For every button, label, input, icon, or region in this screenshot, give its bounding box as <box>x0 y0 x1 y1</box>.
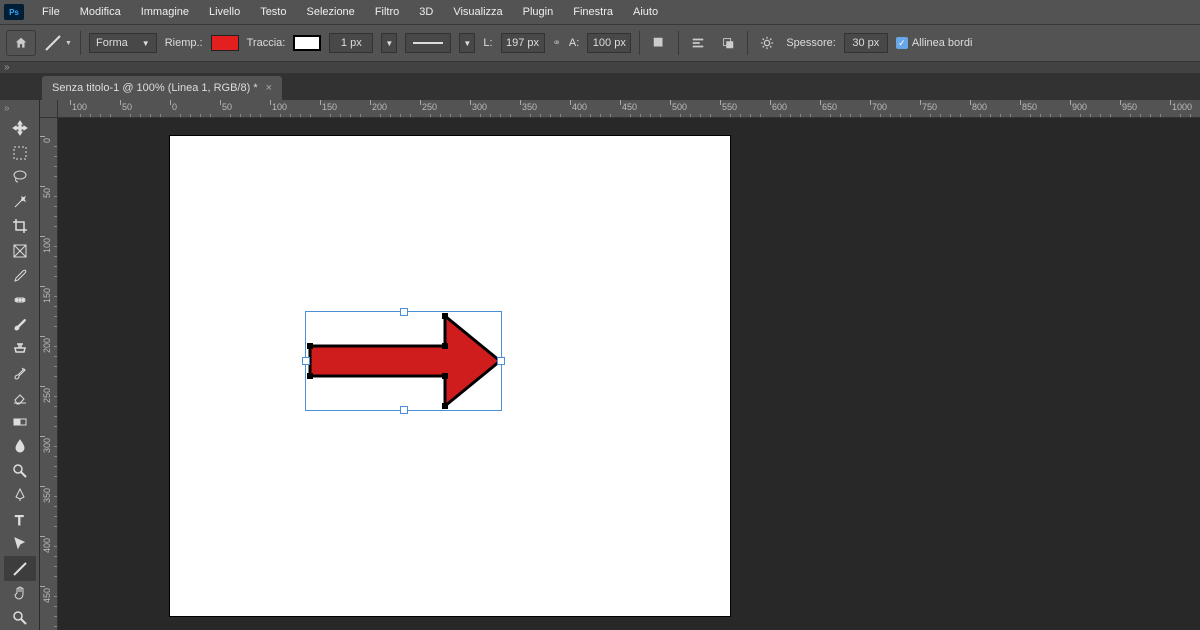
document-tab[interactable]: Senza titolo-1 @ 100% (Linea 1, RGB/8) *… <box>42 76 282 100</box>
transform-handle-top[interactable] <box>400 308 408 316</box>
menu-finestra[interactable]: Finestra <box>563 2 623 22</box>
stroke-width-dropdown[interactable]: ▼ <box>381 33 397 53</box>
align-edges-label: Allinea bordi <box>912 37 973 49</box>
history-brush-tool[interactable] <box>4 361 36 385</box>
transform-handle-left[interactable] <box>302 357 310 365</box>
menu-3d[interactable]: 3D <box>409 2 443 22</box>
stroke-color-swatch[interactable] <box>293 35 321 51</box>
height-input[interactable] <box>587 33 631 53</box>
marquee-tool[interactable] <box>4 140 36 164</box>
frame-tool[interactable] <box>4 238 36 262</box>
gear-icon[interactable] <box>756 33 778 53</box>
app-logo: Ps <box>4 4 24 20</box>
transform-bounds[interactable] <box>305 311 502 411</box>
menu-testo[interactable]: Testo <box>250 2 296 22</box>
move-tool[interactable] <box>4 116 36 140</box>
menu-selezione[interactable]: Selezione <box>296 2 364 22</box>
align-edges-checkbox[interactable]: ✓ <box>896 37 908 49</box>
thickness-input[interactable] <box>844 33 888 53</box>
dodge-tool[interactable] <box>4 459 36 483</box>
path-selection-tool[interactable] <box>4 532 36 556</box>
transform-handle-right[interactable] <box>497 357 505 365</box>
toolbox-collapse[interactable]: » <box>0 103 10 114</box>
stroke-label: Traccia: <box>247 37 286 49</box>
blur-tool[interactable] <box>4 434 36 458</box>
eyedropper-tool[interactable] <box>4 263 36 287</box>
home-button[interactable] <box>6 30 36 56</box>
menu-file[interactable]: File <box>32 2 70 22</box>
zoom-tool[interactable] <box>4 605 36 629</box>
document-tab-bar: Senza titolo-1 @ 100% (Linea 1, RGB/8) *… <box>0 74 1200 100</box>
tool-mode-label: Forma <box>96 37 128 49</box>
width-label: L: <box>483 37 492 49</box>
lasso-tool[interactable] <box>4 165 36 189</box>
fill-color-swatch[interactable] <box>211 35 239 51</box>
menu-aiuto[interactable]: Aiuto <box>623 2 668 22</box>
close-tab-icon[interactable]: × <box>266 82 272 94</box>
svg-text:T: T <box>15 512 24 528</box>
panel-collapse-strip[interactable]: » <box>0 62 1200 74</box>
healing-brush-tool[interactable] <box>4 287 36 311</box>
menu-immagine[interactable]: Immagine <box>131 2 199 22</box>
link-wh-icon[interactable]: ⚭ <box>553 38 561 49</box>
height-label: A: <box>569 37 579 49</box>
brush-tool[interactable] <box>4 312 36 336</box>
ruler-origin[interactable] <box>40 100 58 118</box>
stroke-width-input[interactable] <box>329 33 373 53</box>
menu-visualizza[interactable]: Visualizza <box>443 2 512 22</box>
options-bar: ▼ Forma ▼ Riemp.: Traccia: ▼ ▼ L: ⚭ A: S… <box>0 24 1200 62</box>
magic-wand-tool[interactable] <box>4 189 36 213</box>
menu-filtro[interactable]: Filtro <box>365 2 409 22</box>
hand-tool[interactable] <box>4 581 36 605</box>
artboard[interactable] <box>170 136 730 616</box>
horizontal-ruler[interactable]: 1005005010015020025030035040045050055060… <box>58 100 1200 118</box>
path-align-button[interactable] <box>687 33 709 53</box>
menu-livello[interactable]: Livello <box>199 2 250 22</box>
crop-tool[interactable] <box>4 214 36 238</box>
path-operations-button[interactable] <box>648 33 670 53</box>
menu-modifica[interactable]: Modifica <box>70 2 131 22</box>
fill-label: Riemp.: <box>165 37 203 49</box>
thickness-label: Spessore: <box>786 37 836 49</box>
line-tool[interactable] <box>4 556 36 580</box>
tool-preset-picker[interactable]: ▼ <box>44 32 72 54</box>
path-arrange-button[interactable] <box>717 33 739 53</box>
transform-handle-bottom[interactable] <box>400 406 408 414</box>
stroke-style-select[interactable] <box>405 33 451 53</box>
clone-stamp-tool[interactable] <box>4 336 36 360</box>
document-tab-title: Senza titolo-1 @ 100% (Linea 1, RGB/8) * <box>52 82 258 94</box>
vertical-ruler[interactable]: 050100150200250300350400450500 <box>40 118 58 630</box>
stroke-style-dropdown[interactable]: ▼ <box>459 33 475 53</box>
eraser-tool[interactable] <box>4 385 36 409</box>
menu-plugin[interactable]: Plugin <box>513 2 564 22</box>
gradient-tool[interactable] <box>4 410 36 434</box>
type-tool[interactable]: T <box>4 508 36 532</box>
pen-tool[interactable] <box>4 483 36 507</box>
menu-bar: Ps FileModificaImmagineLivelloTestoSelez… <box>0 0 1200 24</box>
canvas-area[interactable]: 1005005010015020025030035040045050055060… <box>40 100 1200 630</box>
width-input[interactable] <box>501 33 545 53</box>
tool-mode-select[interactable]: Forma ▼ <box>89 33 157 53</box>
toolbox: » T <box>0 100 40 630</box>
